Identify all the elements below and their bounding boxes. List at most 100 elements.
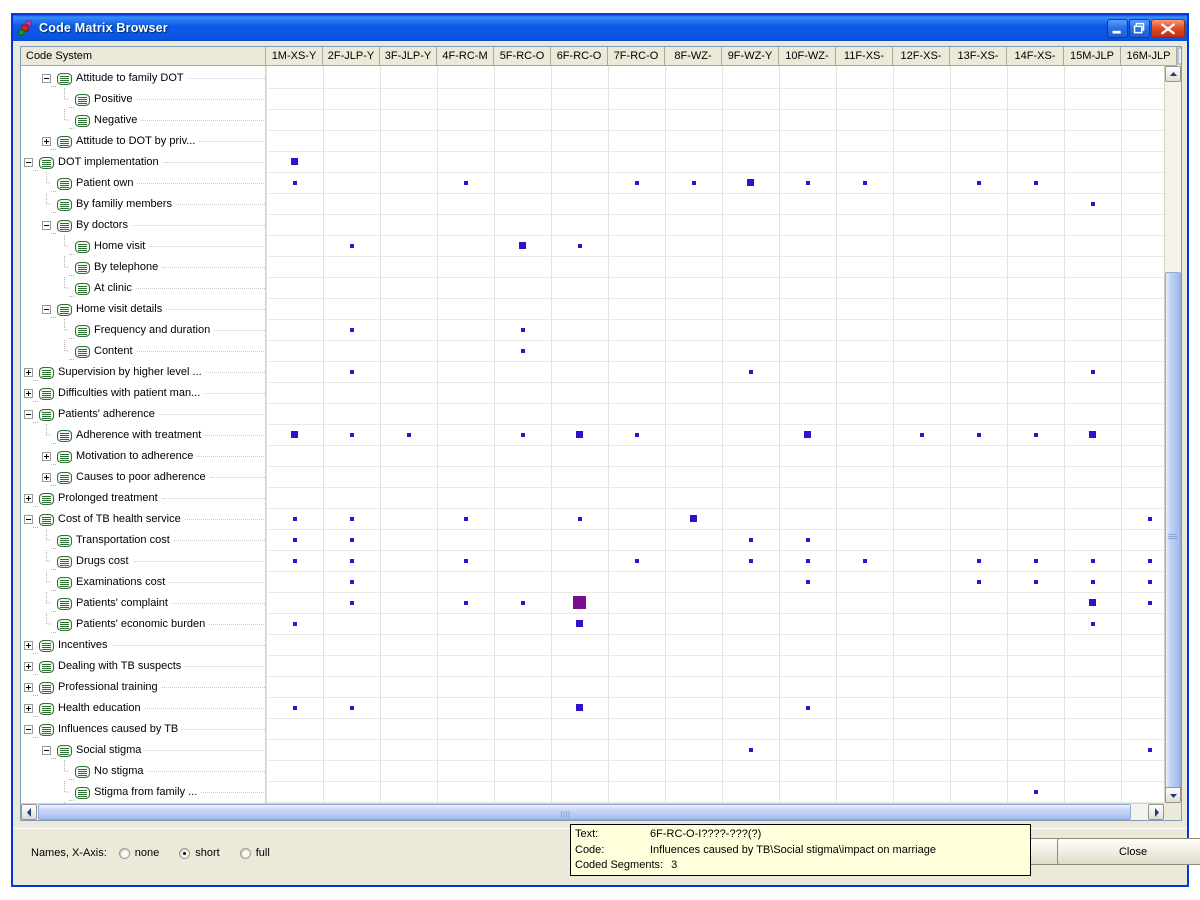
- matrix-marker[interactable]: [520, 432, 525, 437]
- header-column-11[interactable]: 12F-XS-: [893, 47, 950, 66]
- matrix-marker[interactable]: [292, 537, 297, 542]
- tree-row[interactable]: Motivation to adherence: [21, 446, 265, 467]
- tree-row[interactable]: Frequency and duration: [21, 318, 265, 341]
- matrix-marker[interactable]: [292, 558, 297, 563]
- matrix-marker[interactable]: [805, 180, 810, 185]
- matrix-marker[interactable]: [576, 704, 583, 711]
- matrix-marker[interactable]: [349, 705, 354, 710]
- radio-option-full[interactable]: full: [239, 847, 270, 859]
- matrix-marker[interactable]: [805, 579, 810, 584]
- matrix-marker[interactable]: [463, 180, 468, 185]
- matrix-marker[interactable]: [349, 369, 354, 374]
- matrix-marker[interactable]: [520, 348, 525, 353]
- matrix-marker[interactable]: [576, 620, 583, 627]
- matrix-marker[interactable]: [406, 432, 411, 437]
- tree-row[interactable]: Home visit: [21, 234, 265, 257]
- matrix-marker[interactable]: [1033, 558, 1038, 563]
- tree-row[interactable]: Influences caused by TB: [21, 719, 265, 740]
- matrix-marker[interactable]: [1033, 579, 1038, 584]
- matrix-marker[interactable]: [1147, 516, 1152, 521]
- matrix-marker[interactable]: [748, 369, 753, 374]
- minimize-button[interactable]: [1107, 18, 1128, 38]
- matrix-marker[interactable]: [805, 537, 810, 542]
- tree-row[interactable]: Prolonged treatment: [21, 488, 265, 509]
- matrix-marker[interactable]: [805, 705, 810, 710]
- tree-collapse-icon[interactable]: [42, 221, 51, 230]
- matrix-marker[interactable]: [748, 537, 753, 542]
- tree-row[interactable]: No stigma: [21, 759, 265, 782]
- tree-collapse-icon[interactable]: [24, 410, 33, 419]
- tree-row[interactable]: Patient own: [21, 171, 265, 194]
- scroll-left-button[interactable]: [21, 804, 37, 820]
- scroll-right-button[interactable]: [1148, 804, 1164, 820]
- tree-collapse-icon[interactable]: [42, 74, 51, 83]
- matrix-marker[interactable]: [520, 600, 525, 605]
- matrix-marker[interactable]: [577, 516, 582, 521]
- vertical-scrollbar[interactable]: [1164, 66, 1181, 803]
- matrix-marker[interactable]: [634, 558, 639, 563]
- tree-expand-icon[interactable]: [42, 137, 51, 146]
- tree-collapse-icon[interactable]: [24, 158, 33, 167]
- close-dialog-button[interactable]: Close: [1057, 838, 1200, 865]
- matrix-marker[interactable]: [463, 558, 468, 563]
- horizontal-scroll-thumb[interactable]: [38, 804, 1131, 820]
- matrix-marker[interactable]: [463, 516, 468, 521]
- tree-expand-icon[interactable]: [24, 662, 33, 671]
- matrix-marker[interactable]: [1090, 369, 1095, 374]
- matrix-marker[interactable]: [634, 432, 639, 437]
- matrix-marker[interactable]: [349, 600, 354, 605]
- matrix-marker[interactable]: [463, 600, 468, 605]
- tree-row[interactable]: Stigma from family ...: [21, 780, 265, 803]
- tree-row[interactable]: Difficulties with patient man...: [21, 383, 265, 404]
- close-button[interactable]: [1151, 18, 1185, 38]
- matrix-marker[interactable]: [1147, 600, 1152, 605]
- matrix-marker[interactable]: [292, 621, 297, 626]
- matrix-marker[interactable]: [1089, 431, 1096, 438]
- matrix-marker[interactable]: [349, 558, 354, 563]
- matrix-marker[interactable]: [690, 515, 697, 522]
- tree-collapse-icon[interactable]: [24, 515, 33, 524]
- matrix-marker[interactable]: [577, 243, 582, 248]
- tree-row[interactable]: Examinations cost: [21, 570, 265, 593]
- tree-row[interactable]: Attitude to family DOT: [21, 68, 265, 89]
- matrix-marker[interactable]: [804, 431, 811, 438]
- matrix-marker[interactable]: [976, 558, 981, 563]
- matrix-marker[interactable]: [862, 180, 867, 185]
- tree-row[interactable]: Content: [21, 339, 265, 362]
- tree-expand-icon[interactable]: [42, 452, 51, 461]
- scroll-down-button[interactable]: [1165, 787, 1181, 803]
- matrix-marker[interactable]: [349, 432, 354, 437]
- header-column-13[interactable]: 14F-XS-: [1007, 47, 1064, 66]
- tree-row[interactable]: Health education: [21, 698, 265, 719]
- header-column-10[interactable]: 11F-XS-: [836, 47, 893, 66]
- matrix-marker[interactable]: [292, 180, 297, 185]
- matrix-marker[interactable]: [291, 431, 298, 438]
- matrix-marker[interactable]: [576, 431, 583, 438]
- tree-row[interactable]: Patients' economic burden: [21, 612, 265, 635]
- matrix-marker[interactable]: [1090, 579, 1095, 584]
- matrix-marker[interactable]: [1090, 558, 1095, 563]
- header-corner-scroll-up[interactable]: [1177, 47, 1181, 67]
- header-code-system[interactable]: Code System: [21, 47, 266, 66]
- tree-row[interactable]: Negative: [21, 108, 265, 131]
- tree-row[interactable]: By familiy members: [21, 192, 265, 215]
- matrix-marker[interactable]: [349, 537, 354, 542]
- tree-expand-icon[interactable]: [24, 494, 33, 503]
- header-column-9[interactable]: 10F-WZ-: [779, 47, 836, 66]
- matrix-marker[interactable]: [748, 747, 753, 752]
- tree-row[interactable]: Transportation cost: [21, 528, 265, 551]
- tree-expand-icon[interactable]: [24, 641, 33, 650]
- matrix-marker[interactable]: [1033, 432, 1038, 437]
- tree-expand-icon[interactable]: [24, 704, 33, 713]
- matrix-marker[interactable]: [747, 179, 754, 186]
- matrix-marker[interactable]: [1033, 789, 1038, 794]
- tree-expand-icon[interactable]: [24, 683, 33, 692]
- tree-row[interactable]: Cost of TB health service: [21, 509, 265, 530]
- radio-button-none[interactable]: [118, 847, 130, 859]
- matrix-marker[interactable]: [1147, 558, 1152, 563]
- matrix-marker[interactable]: [349, 516, 354, 521]
- matrix-marker[interactable]: [1147, 747, 1152, 752]
- header-column-2[interactable]: 3F-JLP-Y: [380, 47, 437, 66]
- tree-row[interactable]: Adherence with treatment: [21, 423, 265, 446]
- header-column-7[interactable]: 8F-WZ-: [665, 47, 722, 66]
